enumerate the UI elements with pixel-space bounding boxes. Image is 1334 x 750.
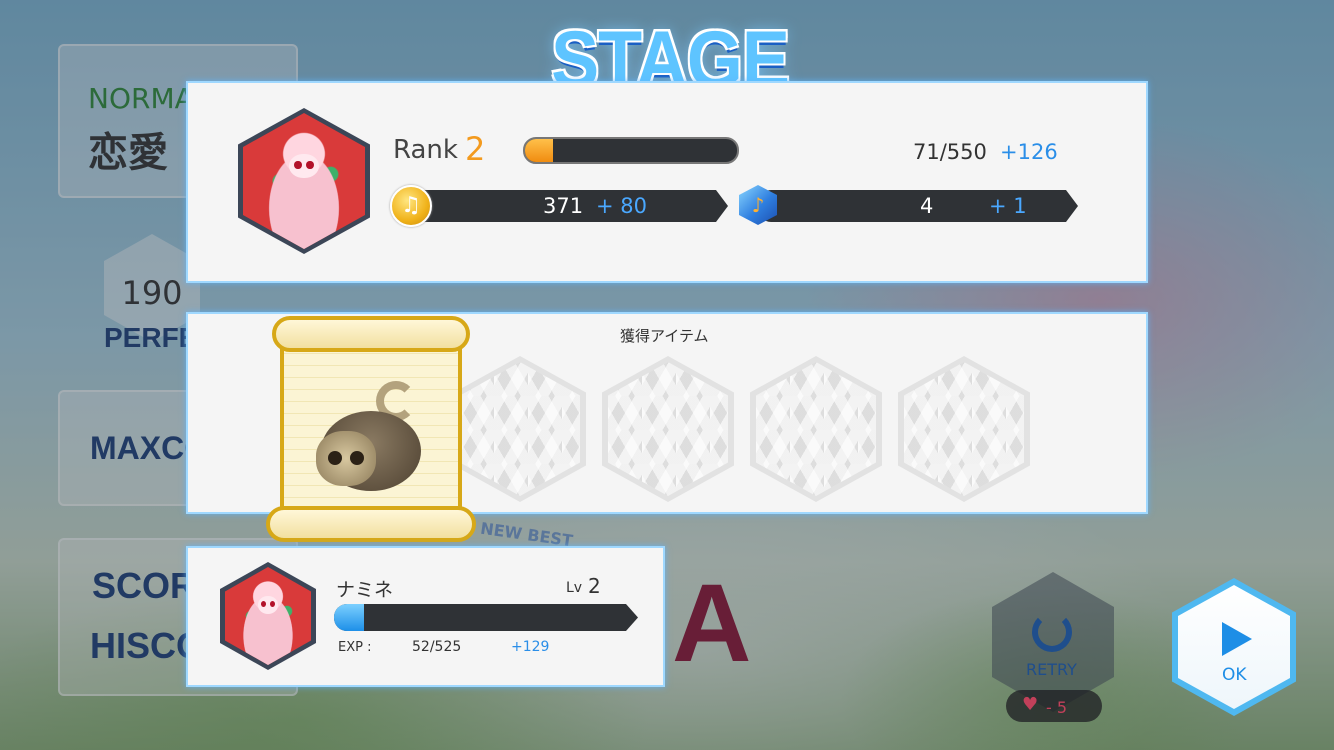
music-coin-icon: ♫ bbox=[390, 185, 432, 227]
character-exp-gain: +129 bbox=[511, 639, 550, 655]
play-icon bbox=[1222, 622, 1252, 656]
character-name: ナミネ bbox=[336, 579, 394, 601]
gem-gain: + 1 bbox=[989, 194, 1027, 218]
coin-gain: + 80 bbox=[596, 194, 647, 218]
retry-icon bbox=[1032, 612, 1072, 652]
heart-icon: ♥ bbox=[1022, 694, 1039, 715]
ok-label: OK bbox=[1222, 665, 1247, 685]
rank-progress-bar bbox=[523, 137, 739, 164]
character-exp: 52/525 bbox=[412, 639, 462, 655]
character-exp-bar bbox=[334, 604, 638, 631]
gem-value: 4 bbox=[920, 194, 934, 218]
gem-bar bbox=[758, 190, 1078, 222]
retry-cost: - 5 bbox=[1046, 698, 1068, 717]
character-level-label: Lv bbox=[566, 580, 583, 596]
items-title: 獲得アイテム bbox=[620, 327, 709, 345]
rank-value: 2 bbox=[465, 130, 486, 168]
rank-exp-gain: +126 bbox=[1000, 140, 1058, 164]
obtained-item-scroll[interactable] bbox=[266, 316, 476, 542]
exp-label: EXP : bbox=[338, 640, 372, 655]
coin-value: 371 bbox=[543, 194, 584, 218]
character-exp-fill bbox=[334, 604, 364, 631]
retry-label: RETRY bbox=[1026, 660, 1077, 679]
rank-exp: 71/550 bbox=[913, 140, 987, 164]
monster-card-icon bbox=[306, 376, 436, 496]
rank-label: Rank bbox=[393, 135, 458, 165]
rank-progress-fill bbox=[525, 139, 553, 162]
character-level: 2 bbox=[588, 574, 601, 598]
